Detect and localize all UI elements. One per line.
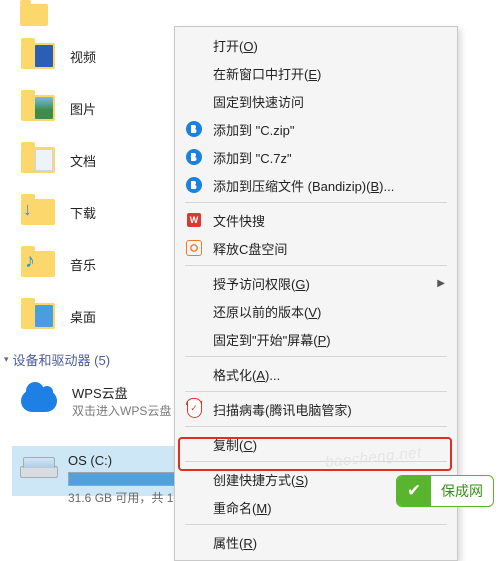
folder-desktop[interactable]: 桌面 (70, 307, 96, 326)
menu-pin-quick-access[interactable]: 固定到快速访问 (175, 87, 457, 115)
folder-music[interactable]: 音乐 (70, 255, 96, 274)
folder-videos[interactable]: 视频 (70, 47, 96, 66)
section-devices[interactable]: ▾设备和驱动器 (5) (0, 342, 175, 377)
submenu-arrow-icon: ▶ (437, 278, 445, 289)
menu-free-c-space[interactable]: 释放C盘空间 (175, 234, 457, 262)
folder-downloads[interactable]: 下载 (70, 203, 96, 222)
menu-copy[interactable]: 复制(C) (175, 430, 457, 458)
drive-icon (20, 450, 58, 494)
menu-properties[interactable]: 属性(R) (175, 528, 457, 556)
bandizip-icon (186, 177, 202, 193)
menu-open[interactable]: 打开(O) (175, 31, 457, 59)
menu-add-compressed[interactable]: 添加到压缩文件 (Bandizip)(B)... (175, 171, 457, 199)
folder-documents-icon (21, 147, 55, 173)
menu-pin-start[interactable]: 固定到"开始"屏幕(P) (175, 325, 457, 353)
folder-videos-icon (21, 43, 55, 69)
chevron-down-icon: ▾ (4, 354, 9, 365)
bandizip-icon (186, 121, 202, 137)
wps-drive[interactable]: WPS云盘双击进入WPS云盘 (72, 383, 171, 419)
shield-icon: ✓ (187, 401, 202, 418)
folder-pictures-icon (21, 95, 55, 121)
wps-icon: W (187, 213, 201, 227)
site-badge[interactable]: ✔保成网 (396, 475, 494, 507)
menu-scan-virus[interactable]: ✓扫描病毒(腾讯电脑管家) (175, 395, 457, 423)
folder-documents[interactable]: 文档 (70, 151, 96, 170)
menu-format[interactable]: 格式化(A)... (175, 360, 457, 388)
menu-open-new-window[interactable]: 在新窗口中打开(E) (175, 59, 457, 87)
menu-grant-access[interactable]: 授予访问权限(G)▶ (175, 269, 457, 297)
menu-file-quick-search[interactable]: W文件快搜 (175, 206, 457, 234)
menu-add-zip[interactable]: 添加到 "C.zip" (175, 115, 457, 143)
bandizip-icon (186, 149, 202, 165)
menu-add-7z[interactable]: 添加到 "C.7z" (175, 143, 457, 171)
check-shield-icon: ✔ (397, 476, 431, 506)
folder-icon (20, 4, 48, 26)
folder-music-icon (21, 251, 55, 277)
folder-downloads-icon (21, 199, 55, 225)
menu-restore-previous[interactable]: 还原以前的版本(V) (175, 297, 457, 325)
cleanup-icon (186, 240, 202, 256)
folder-pictures[interactable]: 图片 (70, 99, 96, 118)
folder-desktop-icon (21, 303, 55, 329)
cloud-icon (20, 385, 58, 417)
